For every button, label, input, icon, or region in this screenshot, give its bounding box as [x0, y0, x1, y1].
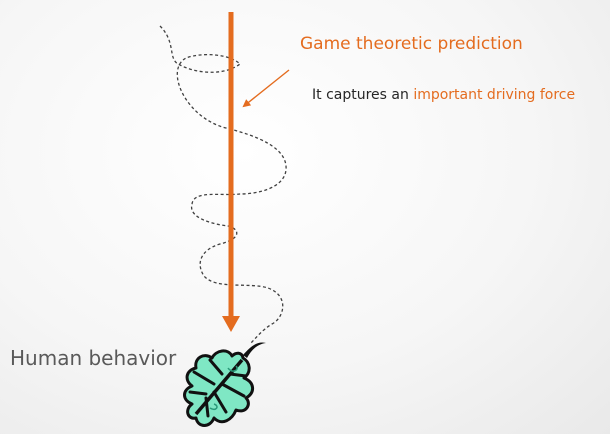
pointer-arrow [242, 69, 290, 108]
slide: Game theoretic prediction It captures an… [0, 0, 610, 434]
driving-force-caption-highlight: important driving force [413, 87, 576, 103]
driving-force-caption-prefix: It captures an [312, 87, 414, 103]
driving-force-caption: It captures an important driving force [312, 87, 575, 103]
falling-leaf-icon [183, 342, 266, 427]
prediction-arrow-head [222, 316, 240, 332]
game-theoretic-prediction-label: Game theoretic prediction [300, 34, 523, 54]
leaf-trajectory-dotted-path [159, 25, 287, 345]
human-behavior-label: Human behavior [10, 346, 177, 370]
